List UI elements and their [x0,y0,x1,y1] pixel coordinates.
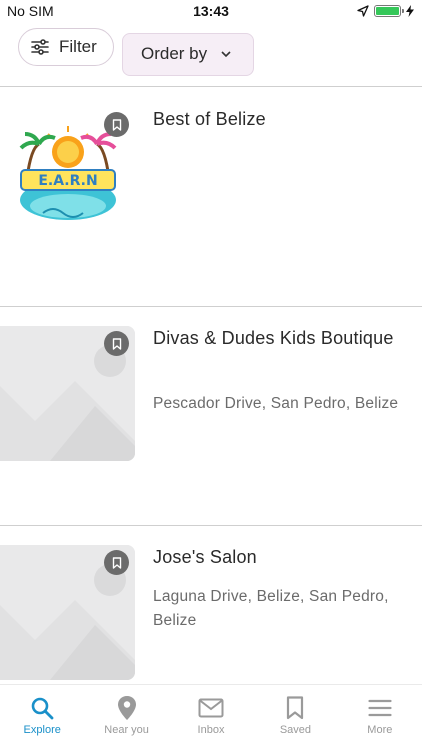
nav-saved-label: Saved [279,724,312,736]
filter-button-label: Filter [59,37,97,56]
bookmark-icon [112,337,121,350]
bookmark-icon [112,556,121,569]
filter-sliders-icon [31,39,49,55]
business-address: Laguna Drive, Belize, San Pedro, Belize [153,588,389,629]
business-name[interactable]: Jose's Salon [153,544,403,570]
order-by-button[interactable]: Order by [122,32,254,76]
nav-inbox[interactable]: Inbox [169,685,253,750]
business-name[interactable]: Best of Belize [153,106,403,132]
nav-near-you[interactable]: Near you [84,685,168,750]
bookmark-button[interactable] [104,550,129,575]
nav-explore-label: Explore [23,724,61,736]
earn-logo-image: E.A.R.N [19,126,117,220]
logo-text: E.A.R.N [38,173,97,189]
bookmark-button[interactable] [104,331,129,356]
business-list: E.A.R.N Best of Belize Divas & Dudes Kid… [0,88,422,745]
carrier-label: No SIM [7,3,54,19]
order-by-label: Order by [141,44,208,63]
bottom-navigation: Explore Near you Inbox Saved More [0,684,422,750]
list-item[interactable]: E.A.R.N Best of Belize [0,88,422,307]
nav-saved[interactable]: Saved [253,685,337,750]
bookmark-icon [282,695,308,721]
battery-icon [374,5,404,17]
charging-bolt-icon [406,5,414,17]
status-bar: No SIM 13:43 [0,0,422,22]
list-item[interactable]: Divas & Dudes Kids Boutique Pescador Dri… [0,307,422,526]
business-address: Pescador Drive, San Pedro, Belize [153,395,399,412]
nav-explore[interactable]: Explore [0,685,84,750]
business-name[interactable]: Divas & Dudes Kids Boutique [153,325,403,351]
nav-near-you-label: Near you [104,724,149,736]
location-arrow-icon [357,5,369,17]
bookmark-button[interactable] [104,112,129,137]
hamburger-menu-icon [367,695,393,721]
filter-button[interactable]: Filter [18,28,114,66]
mail-icon [198,695,224,721]
nav-more-label: More [367,724,393,736]
search-icon [29,695,55,721]
status-icons [357,5,414,17]
bookmark-icon [112,118,121,131]
business-logo: E.A.R.N [13,118,123,228]
map-pin-icon [114,695,140,721]
filter-bar: Filter Order by [0,22,422,87]
nav-more[interactable]: More [338,685,422,750]
chevron-down-icon [221,50,231,57]
nav-inbox-label: Inbox [197,724,225,736]
